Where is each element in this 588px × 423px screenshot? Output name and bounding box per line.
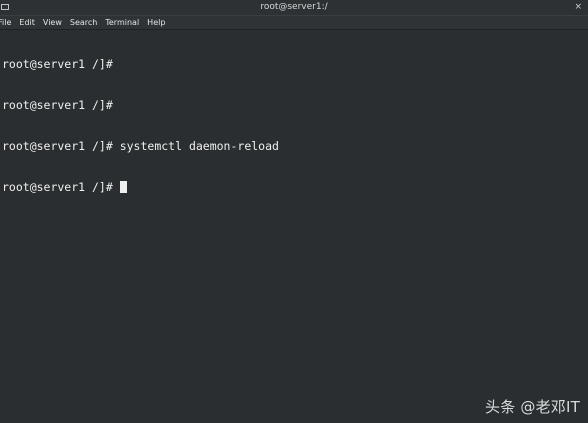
text-cursor bbox=[119, 180, 127, 193]
menu-item-edit[interactable]: Edit bbox=[15, 16, 39, 29]
shell-prompt: root@server1 /]# bbox=[2, 57, 113, 72]
window-title: root@server1:/ bbox=[260, 2, 328, 12]
shell-prompt: root@server1 /]# bbox=[2, 138, 113, 153]
terminal-window: root@server1:/ × File Edit View Search T… bbox=[0, 0, 588, 423]
close-icon[interactable]: × bbox=[574, 0, 582, 15]
terminal-line: root@server1 /]# systemctl daemon-reload bbox=[2, 138, 588, 154]
shell-command bbox=[113, 180, 120, 194]
terminal-line: root@server1 /]# bbox=[2, 179, 588, 195]
shell-command: systemctl daemon-reload bbox=[112, 138, 279, 153]
shell-prompt: root@server1 /]# bbox=[2, 179, 113, 194]
terminal-output[interactable]: root@server1 /]# root@server1 /]# root@s… bbox=[0, 31, 588, 423]
watermark: 头条 @老邓IT bbox=[485, 398, 580, 416]
shell-prompt: root@server1 /]# bbox=[2, 97, 113, 112]
menu-item-search[interactable]: Search bbox=[66, 16, 101, 29]
menu-item-file[interactable]: File bbox=[0, 16, 15, 29]
menu-item-view[interactable]: View bbox=[39, 16, 66, 29]
menu-item-terminal[interactable]: Terminal bbox=[101, 16, 143, 29]
terminal-line: root@server1 /]# bbox=[2, 57, 588, 72]
menu-bar: File Edit View Search Terminal Help bbox=[0, 15, 588, 30]
menu-item-help[interactable]: Help bbox=[143, 16, 169, 29]
title-bar[interactable]: root@server1:/ × bbox=[0, 0, 588, 15]
terminal-line: root@server1 /]# bbox=[2, 97, 588, 113]
